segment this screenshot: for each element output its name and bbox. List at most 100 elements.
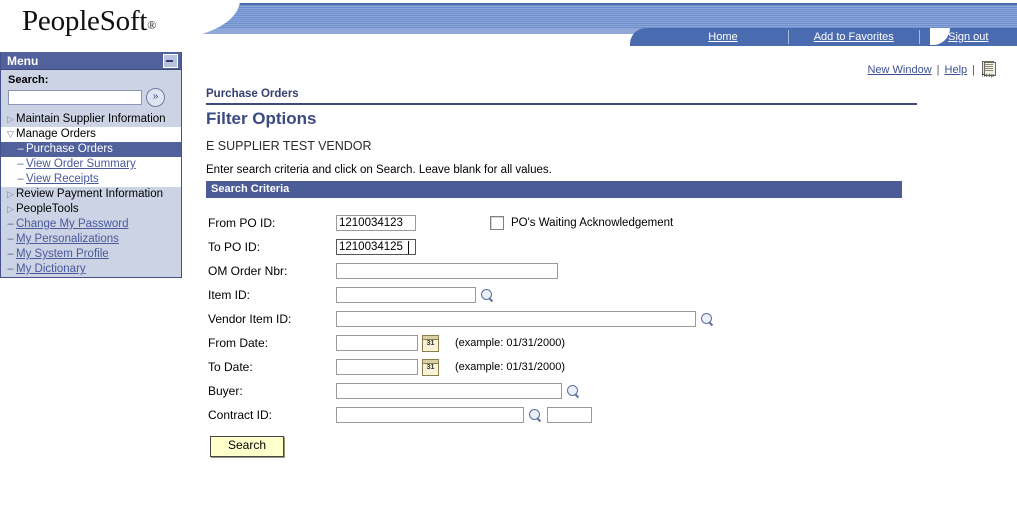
to-po-id-input[interactable] bbox=[336, 239, 416, 255]
to-date-label: To Date: bbox=[208, 360, 253, 374]
chevron-down-icon: ▽ bbox=[7, 129, 14, 139]
sidebar-item-label: View Receipts bbox=[26, 173, 99, 185]
search-button[interactable]: Search bbox=[210, 436, 284, 457]
dash-icon: – bbox=[7, 218, 14, 230]
sidebar-item-view-order-summary[interactable]: – View Order Summary bbox=[1, 157, 181, 172]
from-date-label: From Date: bbox=[208, 336, 269, 350]
chevron-right-icon: ▷ bbox=[7, 114, 14, 124]
sidebar-item-label: My Personalizations bbox=[16, 233, 119, 245]
vendor-item-id-label: Vendor Item ID: bbox=[208, 312, 292, 326]
page-utility-links: New Window | Help | http bbox=[196, 58, 1017, 82]
form-row-item-id: Item ID: bbox=[196, 283, 1017, 307]
sidebar-item-label: Manage Orders bbox=[16, 128, 96, 140]
magnifier-handle bbox=[488, 296, 494, 302]
main-content: New Window | Help | http Purchase Orders… bbox=[196, 58, 1017, 457]
waiting-ack-checkbox[interactable] bbox=[490, 216, 504, 230]
http-document-icon[interactable]: http bbox=[980, 61, 996, 79]
sidebar-item-label: Review Payment Information bbox=[16, 188, 164, 200]
sidebar-item-manage-orders[interactable]: ▽ Manage Orders bbox=[1, 127, 181, 142]
contract-id-label: Contract ID: bbox=[208, 408, 273, 422]
dash-icon: – bbox=[7, 233, 14, 245]
item-id-lookup-icon[interactable] bbox=[480, 288, 495, 303]
contract-id-lookup-icon[interactable] bbox=[528, 408, 543, 423]
form-row-from-date: From Date: 31 (example: 01/31/2000) bbox=[196, 331, 1017, 355]
waiting-ack-row: PO's Waiting Acknowledgement bbox=[490, 216, 673, 230]
help-link[interactable]: Help bbox=[945, 64, 968, 76]
sidebar-search-input[interactable] bbox=[8, 90, 142, 105]
to-po-id-wrap bbox=[336, 239, 416, 255]
to-date-hint: (example: 01/31/2000) bbox=[455, 361, 566, 373]
buyer-lookup-icon[interactable] bbox=[566, 384, 581, 399]
sidebar-item-my-system-profile[interactable]: – My System Profile bbox=[1, 247, 181, 262]
contract-id-input[interactable] bbox=[336, 407, 524, 423]
sidebar-item-maintain-supplier-information[interactable]: ▷ Maintain Supplier Information bbox=[1, 112, 181, 127]
top-navigation-bar: Home Add to Favorites Sign out bbox=[630, 28, 1017, 46]
form-row-contract-id: Contract ID: bbox=[196, 403, 1017, 427]
sidebar-item-purchase-orders[interactable]: – Purchase Orders bbox=[1, 142, 181, 157]
from-date-input[interactable] bbox=[336, 335, 418, 351]
sidebar-item-my-personalizations[interactable]: – My Personalizations bbox=[1, 232, 181, 247]
om-order-nbr-input[interactable] bbox=[336, 263, 558, 279]
to-date-calendar-icon[interactable]: 31 bbox=[422, 358, 439, 376]
form-row-to-date: To Date: 31 (example: 01/31/2000) bbox=[196, 355, 1017, 379]
banner-stripe bbox=[190, 3, 1017, 31]
nav-link-add-to-favorites[interactable]: Add to Favorites bbox=[789, 31, 919, 43]
from-date-calendar-icon[interactable]: 31 bbox=[422, 334, 439, 352]
minimize-icon[interactable] bbox=[163, 53, 178, 68]
banner-curve-decoration bbox=[150, 0, 240, 40]
from-date-hint: (example: 01/31/2000) bbox=[455, 337, 566, 349]
sidebar-header: Menu bbox=[1, 52, 181, 70]
sidebar-item-my-dictionary[interactable]: – My Dictionary bbox=[1, 262, 181, 277]
item-id-label: Item ID: bbox=[208, 288, 251, 302]
form-row-from-po-id: From PO ID: PO's Waiting Acknowledgement bbox=[196, 211, 1017, 235]
chevron-right-icon: ▷ bbox=[7, 189, 14, 199]
calendar-day-number: 31 bbox=[426, 339, 435, 347]
to-date-input[interactable] bbox=[336, 359, 418, 375]
http-icon-caption: http bbox=[982, 73, 995, 79]
breadcrumb[interactable]: Purchase Orders bbox=[196, 82, 1017, 103]
page-title: Filter Options bbox=[206, 109, 317, 128]
sidebar-item-change-my-password[interactable]: – Change My Password bbox=[1, 217, 181, 232]
from-po-id-label: From PO ID: bbox=[208, 216, 276, 230]
buyer-label: Buyer: bbox=[208, 384, 243, 398]
buyer-input[interactable] bbox=[336, 383, 562, 399]
sidebar-item-label: My System Profile bbox=[16, 248, 109, 260]
sidebar-item-peopletools[interactable]: ▷ PeopleTools bbox=[1, 202, 181, 217]
nav-link-home[interactable]: Home bbox=[630, 31, 788, 43]
sidebar-search-row: » bbox=[1, 88, 181, 112]
sidebar-item-label: PeopleTools bbox=[16, 203, 79, 215]
magnifier-handle bbox=[574, 392, 580, 398]
sidebar-item-review-payment-information[interactable]: ▷ Review Payment Information bbox=[1, 187, 181, 202]
sidebar-item-label: My Dictionary bbox=[16, 263, 86, 275]
magnifier-handle bbox=[536, 416, 542, 422]
sidebar-item-label: Change My Password bbox=[16, 218, 129, 230]
search-go-icon[interactable]: » bbox=[146, 88, 165, 107]
waiting-ack-label: PO's Waiting Acknowledgement bbox=[511, 217, 674, 229]
logo-text: PeopleSoft bbox=[22, 5, 148, 37]
item-id-input[interactable] bbox=[336, 287, 476, 303]
vendor-name: E SUPPLIER TEST VENDOR bbox=[206, 139, 372, 153]
registered-mark: ® bbox=[147, 18, 157, 32]
form-row-om-order-nbr: OM Order Nbr: bbox=[196, 259, 1017, 283]
dash-icon: – bbox=[17, 143, 24, 155]
magnifier-handle bbox=[708, 320, 714, 326]
sidebar-item-view-receipts[interactable]: – View Receipts bbox=[1, 172, 181, 187]
search-criteria-form: From PO ID: PO's Waiting Acknowledgement… bbox=[196, 198, 1017, 457]
chevron-right-icon: ▷ bbox=[7, 204, 14, 214]
dash-icon: – bbox=[17, 173, 24, 185]
calendar-day-number: 31 bbox=[426, 363, 435, 371]
new-window-link[interactable]: New Window bbox=[867, 64, 931, 76]
from-po-id-input[interactable] bbox=[336, 215, 416, 231]
instructions-text: Enter search criteria and click on Searc… bbox=[206, 164, 552, 176]
sidebar-item-label: Maintain Supplier Information bbox=[16, 113, 166, 125]
dash-icon: – bbox=[7, 248, 14, 260]
vendor-item-id-input[interactable] bbox=[336, 311, 696, 327]
sidebar-item-label: View Order Summary bbox=[26, 158, 136, 170]
contract-line-input[interactable] bbox=[547, 407, 592, 423]
peoplesoft-logo: PeopleSoft® bbox=[22, 5, 156, 38]
text-cursor bbox=[408, 240, 409, 254]
sidebar-menu: Menu Search: » ▷ Maintain Supplier Infor… bbox=[0, 52, 182, 278]
sidebar-search-label: Search: bbox=[8, 74, 49, 86]
vendor-item-id-lookup-icon[interactable] bbox=[700, 312, 715, 327]
to-po-id-label: To PO ID: bbox=[208, 240, 261, 254]
